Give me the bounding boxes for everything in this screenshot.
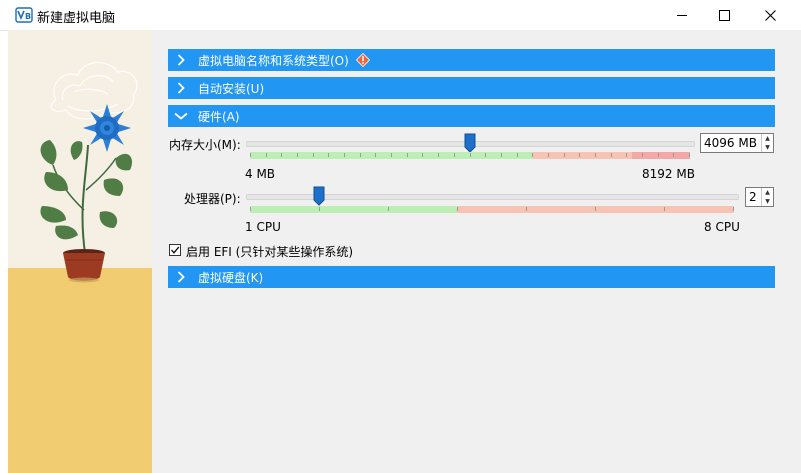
chevron-right-icon: [168, 77, 194, 99]
slider-tick: [658, 153, 659, 157]
slider-tick: [532, 153, 533, 157]
slider-tick: [391, 153, 392, 157]
chevron-right-icon: [168, 49, 194, 71]
slider-tick: [407, 153, 408, 157]
slider-tick: [375, 153, 376, 157]
maximize-icon: [718, 9, 730, 21]
memory-slider-handle[interactable]: [464, 133, 476, 153]
close-button[interactable]: [747, 0, 793, 30]
slider-tick: [344, 153, 345, 157]
slider-tick: [611, 153, 612, 157]
cpu-value[interactable]: 2: [746, 190, 761, 204]
memory-spinbox[interactable]: 4096 MB ▲ ▼: [700, 133, 774, 153]
slider-tick: [422, 153, 423, 157]
spin-down-icon[interactable]: ▼: [762, 143, 773, 152]
slider-tick: [595, 207, 596, 211]
slider-tick: [313, 153, 314, 157]
window-title: 新建虚拟电脑: [37, 11, 116, 26]
slider-tick: [626, 153, 627, 157]
slider-tick: [388, 207, 389, 211]
flower-pot-illustration: [40, 62, 138, 283]
section-name-os-header[interactable]: 虚拟电脑名称和系统类型(O): [168, 49, 775, 71]
slider-tick: [595, 153, 596, 157]
svg-text:B: B: [25, 12, 31, 21]
slider-tick: [501, 153, 502, 157]
cpu-min-label: 1 CPU: [245, 220, 281, 234]
section-hardware-label: 硬件(A): [198, 109, 240, 124]
minimize-icon: [677, 15, 687, 16]
spin-up-icon[interactable]: ▲: [762, 188, 773, 197]
memory-label: 内存大小(M):: [169, 138, 241, 152]
slider-tick: [250, 207, 251, 211]
slider-tick: [673, 153, 674, 157]
slider-tick: [319, 207, 320, 211]
slider-tick: [328, 153, 329, 157]
memory-scale: [250, 152, 690, 159]
wizard-illustration: [8, 30, 152, 473]
spin-down-icon[interactable]: ▼: [762, 197, 773, 206]
slider-tick: [266, 153, 267, 157]
section-unattended-label: 自动安装(U): [198, 81, 265, 96]
title-bar[interactable]: B 新建虚拟电脑: [0, 0, 801, 31]
slider-tick: [579, 153, 580, 157]
efi-label[interactable]: 启用 EFI (只针对某些操作系统): [186, 243, 353, 260]
memory-value[interactable]: 4096 MB: [701, 136, 761, 150]
warning-icon: [355, 53, 370, 67]
slider-tick: [733, 207, 734, 211]
virtualbox-icon: B: [15, 7, 33, 23]
spin-up-icon[interactable]: ▲: [762, 134, 773, 143]
slider-tick: [457, 207, 458, 211]
slider-tick: [360, 153, 361, 157]
section-unattended-header[interactable]: 自动安装(U): [168, 77, 775, 99]
memory-max-label: 8192 MB: [642, 167, 695, 181]
slider-tick: [250, 153, 251, 157]
cpu-scale: [250, 206, 734, 213]
efi-checkbox[interactable]: [169, 244, 181, 256]
slider-tick: [548, 153, 549, 157]
slider-tick: [297, 153, 298, 157]
slider-tick: [689, 153, 690, 157]
background-window: [0, 0, 8, 473]
slider-tick: [517, 153, 518, 157]
section-disk-label: 虚拟硬盘(K): [198, 270, 264, 285]
checkmark-icon: [171, 246, 180, 254]
chevron-right-icon: [168, 266, 194, 288]
slider-tick: [281, 153, 282, 157]
slider-tick: [526, 207, 527, 211]
chevron-down-icon: [168, 105, 194, 127]
section-disk-header[interactable]: 虚拟硬盘(K): [168, 266, 775, 288]
minimize-button[interactable]: [659, 0, 705, 30]
close-icon: [764, 9, 776, 21]
slider-tick: [438, 153, 439, 157]
maximize-button[interactable]: [701, 0, 747, 30]
memory-min-label: 4 MB: [245, 167, 276, 181]
section-hardware-header[interactable]: 硬件(A): [168, 105, 775, 127]
cpu-spinbox[interactable]: 2 ▲ ▼: [745, 187, 774, 207]
cpu-slider-handle[interactable]: [313, 186, 325, 206]
section-name-os-label: 虚拟电脑名称和系统类型(O): [198, 53, 349, 68]
wizard-content: 虚拟电脑名称和系统类型(O) 自动安装(U) 硬件(A) 内存大小(M): 4 …: [152, 30, 801, 473]
cpu-max-label: 8 CPU: [704, 220, 740, 234]
slider-tick: [470, 153, 471, 157]
slider-tick: [642, 153, 643, 157]
slider-tick: [564, 153, 565, 157]
slider-tick: [454, 153, 455, 157]
slider-tick: [664, 207, 665, 211]
slider-tick: [485, 153, 486, 157]
cpu-label: 处理器(P):: [184, 192, 241, 206]
